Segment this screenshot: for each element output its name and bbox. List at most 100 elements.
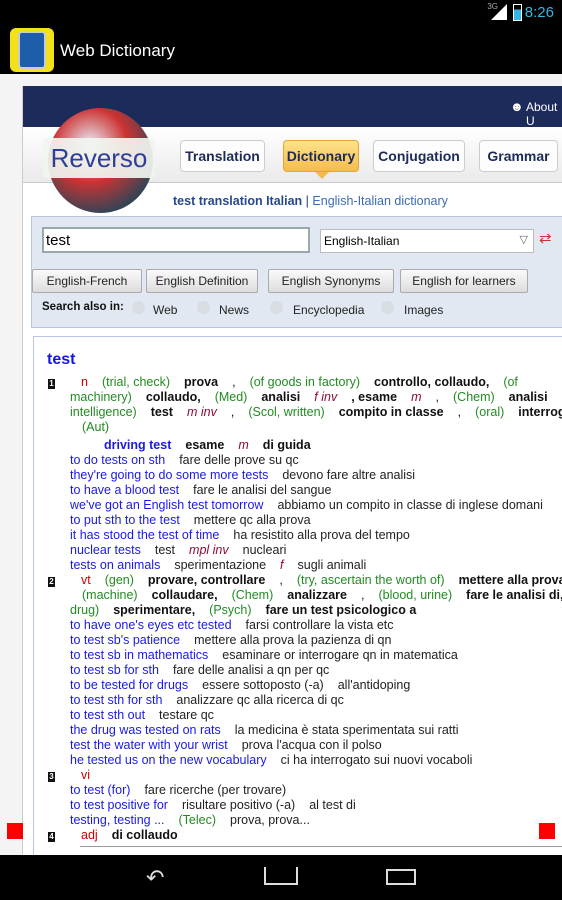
translation: interrogazione — [518, 405, 562, 419]
example-phrase[interactable]: to have one's eyes etc tested — [70, 618, 232, 632]
translation-text: , — [435, 390, 439, 404]
translation-text: , — [361, 588, 365, 602]
compound-phrase[interactable]: driving test — [104, 438, 171, 452]
translation: test — [150, 405, 173, 419]
entry-line: to test sth out testare qc — [70, 708, 228, 722]
example-phrase[interactable]: to test sth out — [70, 708, 145, 722]
example-phrase[interactable]: to test positive for — [70, 798, 168, 812]
headword: test — [47, 351, 76, 368]
translation: analisi — [508, 390, 548, 404]
dictionary-results: test 1 n (trial, check) prova, (of goods in … — [33, 336, 562, 855]
example-phrase[interactable]: nuclear tests — [70, 543, 141, 557]
example-phrase[interactable]: to be tested for drugs — [70, 678, 188, 692]
context-label: (blood, urine) — [378, 588, 453, 602]
sense-number: 3 — [48, 772, 55, 782]
grammar-tag: m inv — [186, 405, 217, 419]
context-label: (machine) — [82, 588, 138, 602]
swap-languages-icon[interactable]: ⇄ — [539, 229, 552, 247]
english-definition-button[interactable]: English Definition — [146, 269, 258, 293]
entry-line: (machine) collaudare, (Chem) analizzare, (bl… — [82, 588, 562, 602]
search-input[interactable] — [42, 227, 310, 253]
example-phrase[interactable]: to put sth to the test — [70, 513, 180, 527]
divider — [80, 846, 562, 847]
translation-text: mettere alla prova la pazienza di qn — [194, 633, 392, 647]
entry-line: 2 vt (gen) provare, controllare, (try, ascer… — [48, 573, 562, 587]
language-select[interactable]: English-Italian ▽ — [320, 229, 534, 253]
tab-conjugation[interactable]: Conjugation — [373, 140, 465, 172]
example-phrase[interactable]: it has stood the test of time — [70, 528, 219, 542]
reverso-logo[interactable]: Reverso — [43, 138, 155, 178]
translation-text: prova l'acqua con il polso — [241, 738, 382, 752]
entry-line: test the water with your wrist prova l'ac… — [70, 738, 396, 752]
sense-number: 2 — [48, 577, 55, 587]
translation-text: ha resistito alla prova del tempo — [233, 528, 410, 542]
translation-text: analizzare qc alla ricerca di qc — [176, 693, 344, 707]
recents-icon[interactable] — [386, 869, 416, 885]
entry-line: machinery) collaudo, (Med) analisi f inv , es… — [70, 390, 562, 404]
translation: sperimentare, — [113, 603, 196, 617]
grammar-tag: m — [238, 438, 249, 452]
example-phrase[interactable]: to do tests on sth — [70, 453, 165, 467]
example-phrase[interactable]: to test sth for sth — [70, 693, 162, 707]
entry-line: the drug was tested on rats la medicina è… — [70, 723, 473, 737]
entry-line: driving test esame m di guida — [104, 438, 325, 452]
translation: controllo, collaudo, — [374, 375, 490, 389]
example-phrase[interactable]: to test sb for sth — [70, 663, 159, 677]
example-phrase[interactable]: testing, testing ... — [70, 813, 165, 827]
translation-text: fare ricerche (per trovare) — [144, 783, 287, 797]
example-phrase[interactable]: to test (for) — [70, 783, 130, 797]
example-phrase[interactable]: to have a blood test — [70, 483, 179, 497]
radio-encyclopedia-label: Encyclopedia — [293, 303, 365, 317]
translation-text: abbiamo un compito in classe di inglese … — [277, 498, 543, 512]
subtitle-link[interactable]: English-Italian dictionary — [312, 194, 448, 208]
grammar-tag: m — [411, 390, 422, 404]
tab-grammar[interactable]: Grammar — [479, 140, 558, 172]
english-french-button[interactable]: English-French — [32, 269, 142, 293]
context-label: (Aut) — [82, 420, 110, 434]
translation-text: fare delle prove su qc — [179, 453, 299, 467]
translation-text: ci ha interrogato sui nuovi vocaboli — [280, 753, 473, 767]
context-label: (gen) — [104, 573, 134, 587]
context-label: (of — [503, 375, 518, 389]
example-phrase[interactable]: the drug was tested on rats — [70, 723, 221, 737]
user-icon: ☻ — [510, 99, 524, 114]
example-phrase[interactable]: he tested us on the new vocabulary — [70, 753, 267, 767]
english-synonyms-button[interactable]: English Synonyms — [268, 269, 394, 293]
radio-web[interactable] — [132, 301, 145, 314]
entry-line: to have one's eyes etc tested farsi contr… — [70, 618, 408, 632]
example-phrase[interactable]: they're going to do some more tests — [70, 468, 268, 482]
back-icon[interactable]: ↶ — [146, 865, 164, 891]
radio-images[interactable] — [381, 301, 394, 314]
example-phrase[interactable]: tests on animals — [70, 558, 160, 572]
language-value: English-Italian — [324, 234, 400, 248]
entry-line: to put sth to the test mettere qc alla pr… — [70, 513, 325, 527]
translation-text: , — [232, 375, 236, 389]
translation-text: all'antidoping — [337, 678, 411, 692]
translation: di collaudo — [111, 828, 178, 842]
context-label: machinery) — [70, 390, 132, 404]
translation-text: mettere qc alla prova — [193, 513, 311, 527]
english-for-learners-button[interactable]: English for learners — [400, 269, 528, 293]
navigation-bar: ↶ — [0, 855, 562, 900]
about-link[interactable]: About U — [526, 100, 562, 128]
search-panel: English-Italian ▽ ⇄ English-French Englis… — [31, 216, 562, 328]
translation-text: essere sottoposto (-a) — [202, 678, 324, 692]
app-icon[interactable] — [10, 28, 54, 72]
translation: collaudare, — [151, 588, 218, 602]
example-phrase[interactable]: we've got an English test tomorrow — [70, 498, 263, 512]
radio-encyclopedia[interactable] — [270, 301, 283, 314]
clock: 8:26 — [524, 4, 554, 21]
translation: esame — [185, 438, 225, 452]
part-of-speech: adj — [81, 828, 98, 842]
radio-news[interactable] — [197, 301, 210, 314]
example-phrase[interactable]: test the water with your wrist — [70, 738, 228, 752]
entry-line: testing, testing ... (Telec) prova, prova.… — [70, 813, 324, 827]
subtitle-separator: | — [302, 194, 313, 208]
home-icon[interactable] — [264, 867, 298, 885]
tab-translation[interactable]: Translation — [180, 140, 265, 172]
app-title: Web Dictionary — [60, 41, 175, 60]
tab-dictionary[interactable]: Dictionary — [283, 140, 359, 172]
example-phrase[interactable]: to test sb's patience — [70, 633, 180, 647]
example-phrase[interactable]: to test sb in mathematics — [70, 648, 208, 662]
translation-text: fare le analisi del sangue — [193, 483, 332, 497]
